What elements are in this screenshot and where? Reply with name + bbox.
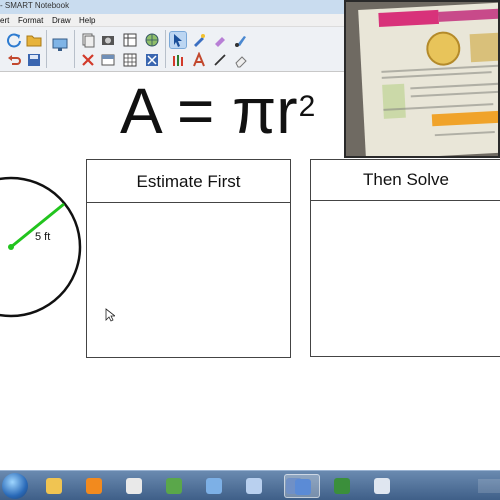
webcam-overlay — [344, 0, 500, 158]
windows-explorer-icon[interactable] — [36, 474, 72, 498]
smart-notebook-icon[interactable] — [156, 474, 192, 498]
pens-icon[interactable] — [170, 52, 186, 68]
document-icon[interactable] — [236, 474, 272, 498]
menu-insert[interactable]: ert — [0, 14, 9, 27]
board-icon[interactable] — [284, 474, 320, 498]
paint-brush-icon[interactable] — [233, 32, 249, 48]
radius-label: 5 ft — [35, 231, 51, 243]
center-point — [8, 244, 14, 250]
undo-icon[interactable] — [6, 52, 22, 68]
display-icon[interactable] — [52, 37, 70, 55]
windows-taskbar — [0, 470, 500, 500]
save-icon[interactable] — [26, 52, 42, 68]
eraser-pen-icon[interactable] — [212, 32, 228, 48]
menu-draw[interactable]: Draw — [52, 14, 71, 27]
mouse-cursor-icon — [105, 308, 115, 322]
then-solve-title: Then Solve — [311, 160, 500, 201]
paint-icon[interactable] — [324, 474, 360, 498]
folder-icon[interactable] — [26, 32, 42, 48]
window-title: - SMART Notebook — [0, 1, 70, 10]
menu-format[interactable]: Format — [18, 14, 43, 27]
area-formula: A = πr2 — [120, 76, 315, 146]
select-arrow-icon[interactable] — [169, 31, 187, 49]
table-grid-icon[interactable] — [122, 52, 138, 68]
formula-exponent: 2 — [298, 90, 316, 123]
estimate-first-box[interactable]: Estimate First — [86, 159, 291, 358]
presentation-icon[interactable] — [196, 474, 232, 498]
menu-help[interactable]: Help — [79, 14, 95, 27]
webcam-icon[interactable] — [364, 474, 404, 498]
start-button-icon[interactable] — [2, 473, 28, 499]
text-icon[interactable] — [191, 52, 207, 68]
system-tray[interactable] — [478, 479, 500, 493]
estimate-first-title: Estimate First — [87, 160, 290, 203]
refresh-icon[interactable] — [6, 32, 22, 48]
then-solve-box[interactable]: Then Solve — [310, 159, 500, 357]
formula-radius: r — [276, 75, 298, 147]
formula-left: A = π — [120, 75, 277, 147]
table-icon[interactable] — [122, 32, 138, 48]
magic-pen-icon[interactable] — [191, 32, 207, 48]
line-icon[interactable] — [212, 52, 228, 68]
delete-icon[interactable] — [80, 52, 96, 68]
file-icon[interactable] — [116, 474, 152, 498]
smart-notebook-window: - SMART Notebook ert Format Draw Help A … — [0, 0, 500, 500]
fullscreen-icon[interactable] — [144, 52, 160, 68]
eraser-icon[interactable] — [233, 52, 249, 68]
copy-icon[interactable] — [80, 32, 96, 48]
globe-icon[interactable] — [144, 32, 160, 48]
textbook-page-image — [358, 2, 498, 156]
media-player-icon[interactable] — [76, 474, 112, 498]
circle-diagram[interactable] — [0, 175, 86, 325]
camera-icon[interactable] — [100, 32, 116, 48]
screen-shade-icon[interactable] — [100, 52, 116, 68]
